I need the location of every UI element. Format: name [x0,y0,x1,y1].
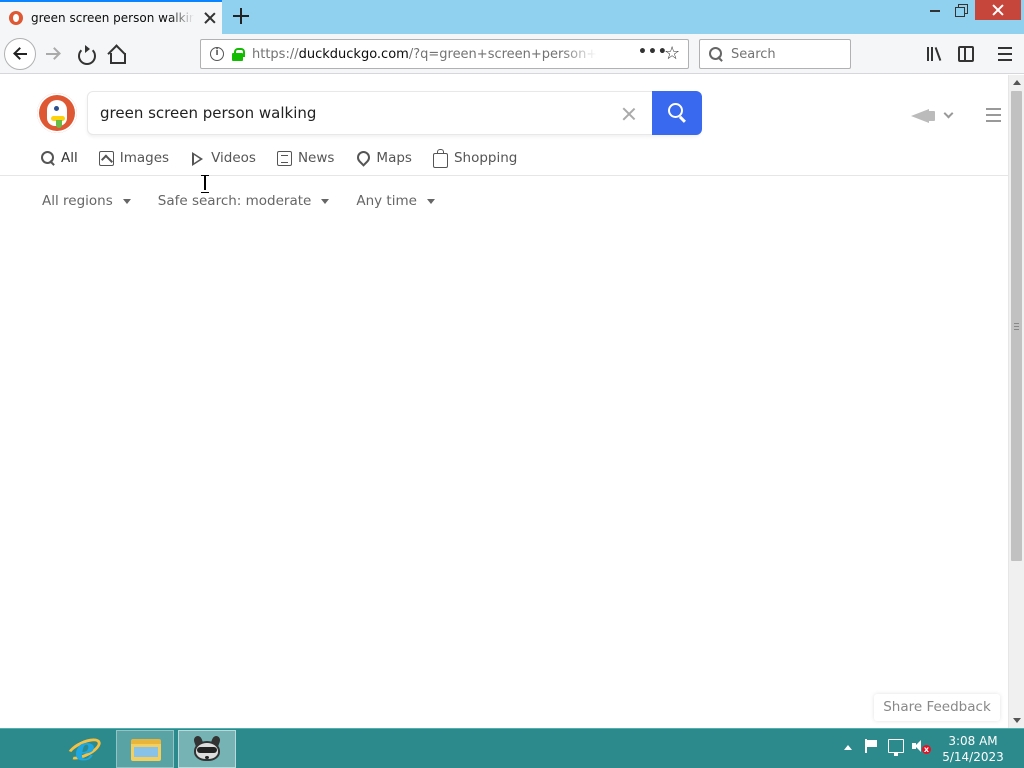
time-filter-label: Any time [356,193,417,209]
tab-label: News [297,150,335,166]
window-close-button[interactable] [975,0,1021,20]
tab-title: green screen person walking at DuckDuckG… [31,11,194,25]
tab-shopping[interactable]: Shopping [432,148,518,168]
search-submit-button[interactable] [652,91,702,135]
system-tray: x [844,739,931,756]
browser-titlebar: green screen person walking at DuckDuckG… [0,0,1024,34]
clock-date: 5/14/2023 [942,750,1004,764]
back-button[interactable] [4,38,36,70]
show-hidden-icons-icon[interactable] [844,744,852,750]
forward-button[interactable] [38,38,70,70]
duckduckgo-favicon-icon [9,11,23,25]
action-center-flag-icon[interactable] [864,739,878,753]
search-icon [40,150,55,166]
ddg-search-form: green screen person walking [87,91,702,135]
folder-icon [131,739,161,761]
region-filter-dropdown[interactable]: All regions [42,193,131,209]
tab-maps[interactable]: Maps [355,150,412,166]
caret-down-icon [426,198,435,204]
taskbar-active-app[interactable] [178,730,236,768]
caret-down-icon [321,198,330,204]
url-text[interactable]: https://duckduckgo.com/?q=green+screen+p… [252,47,597,62]
tab-label: Images [119,150,170,166]
search-placeholder: Search [731,46,776,62]
taskbar-internet-explorer[interactable]: e [56,730,114,768]
network-icon[interactable] [888,739,904,756]
lock-icon [232,47,245,61]
url-prefix: https:// [252,46,299,62]
site-menu-icon[interactable] [986,108,1001,122]
reload-button[interactable] [69,38,101,70]
clock-time: 3:08 AM [948,734,998,748]
chevron-down-icon [943,108,954,119]
tab-all[interactable]: All [40,150,78,166]
tab-label: Videos [211,150,256,166]
search-type-tabs: All Images Videos News Maps Shopping [40,147,538,169]
bookmark-star-icon[interactable]: ☆ [664,45,680,63]
address-bar[interactable]: i https://duckduckgo.com/?q=green+screen… [200,39,689,69]
announcement-megaphone-icon[interactable] [911,108,955,124]
windows-taskbar: e x 3:08 AM 5/14/2023 [0,728,1024,768]
browser-search-box[interactable]: Search [699,39,851,69]
sidebar-toggle-icon[interactable] [958,46,974,62]
browser-tab-active[interactable]: green screen person walking at DuckDuckG… [0,0,222,34]
shopping-bag-icon [432,148,448,168]
clear-search-icon[interactable] [620,105,638,123]
library-icon[interactable] [926,46,944,62]
search-filters: All regions Safe search: moderate Any ti… [42,193,462,209]
taskbar-clock[interactable]: 3:08 AM 5/14/2023 [942,733,1004,765]
scrollbar-thumb[interactable] [1011,91,1022,561]
url-path: /?q=green+screen+person+walking&t=h_&iax… [408,46,597,62]
taskbar-file-explorer[interactable] [116,730,174,768]
home-button[interactable] [100,38,132,70]
new-tab-button[interactable] [230,5,252,27]
page-actions-icon[interactable]: ••• [638,45,667,60]
site-info-icon[interactable]: i [210,47,224,61]
window-minimize-button[interactable] [921,0,949,20]
internet-explorer-icon: e [74,730,96,768]
hamburger-menu-icon[interactable] [998,46,1012,62]
raccoon-app-icon [192,734,222,764]
scroll-down-arrow-icon[interactable] [1013,718,1021,723]
tab-videos[interactable]: Videos [190,150,256,166]
tab-label: All [61,150,78,166]
duckduckgo-page: green screen person walking All Images V… [0,75,1008,728]
page-scrollbar[interactable] [1008,75,1024,728]
tab-label: Maps [376,150,412,166]
browser-toolbar: i https://duckduckgo.com/?q=green+screen… [0,34,1024,74]
tab-news[interactable]: News [276,150,335,166]
url-host: duckduckgo.com [298,46,409,62]
region-filter-label: All regions [42,193,113,209]
time-filter-dropdown[interactable]: Any time [356,193,435,209]
search-icon [709,47,723,61]
window-restore-button[interactable] [949,0,975,20]
tab-close-icon[interactable] [202,10,218,26]
tab-label: Shopping [453,150,518,166]
map-pin-icon [355,151,370,166]
play-icon [190,151,205,166]
tab-images[interactable]: Images [98,150,170,166]
volume-muted-icon[interactable]: x [912,739,931,754]
text-cursor-icon [201,175,209,193]
news-icon [276,150,292,166]
image-icon [98,150,114,166]
caret-down-icon [122,198,131,204]
safe-search-dropdown[interactable]: Safe search: moderate [158,193,330,209]
header-divider [0,175,1008,176]
share-feedback-button[interactable]: Share Feedback [874,694,1000,721]
duckduckgo-logo[interactable] [37,93,77,133]
search-input[interactable]: green screen person walking [100,104,316,122]
scroll-up-arrow-icon[interactable] [1013,80,1021,85]
safe-search-label: Safe search: moderate [157,193,312,209]
